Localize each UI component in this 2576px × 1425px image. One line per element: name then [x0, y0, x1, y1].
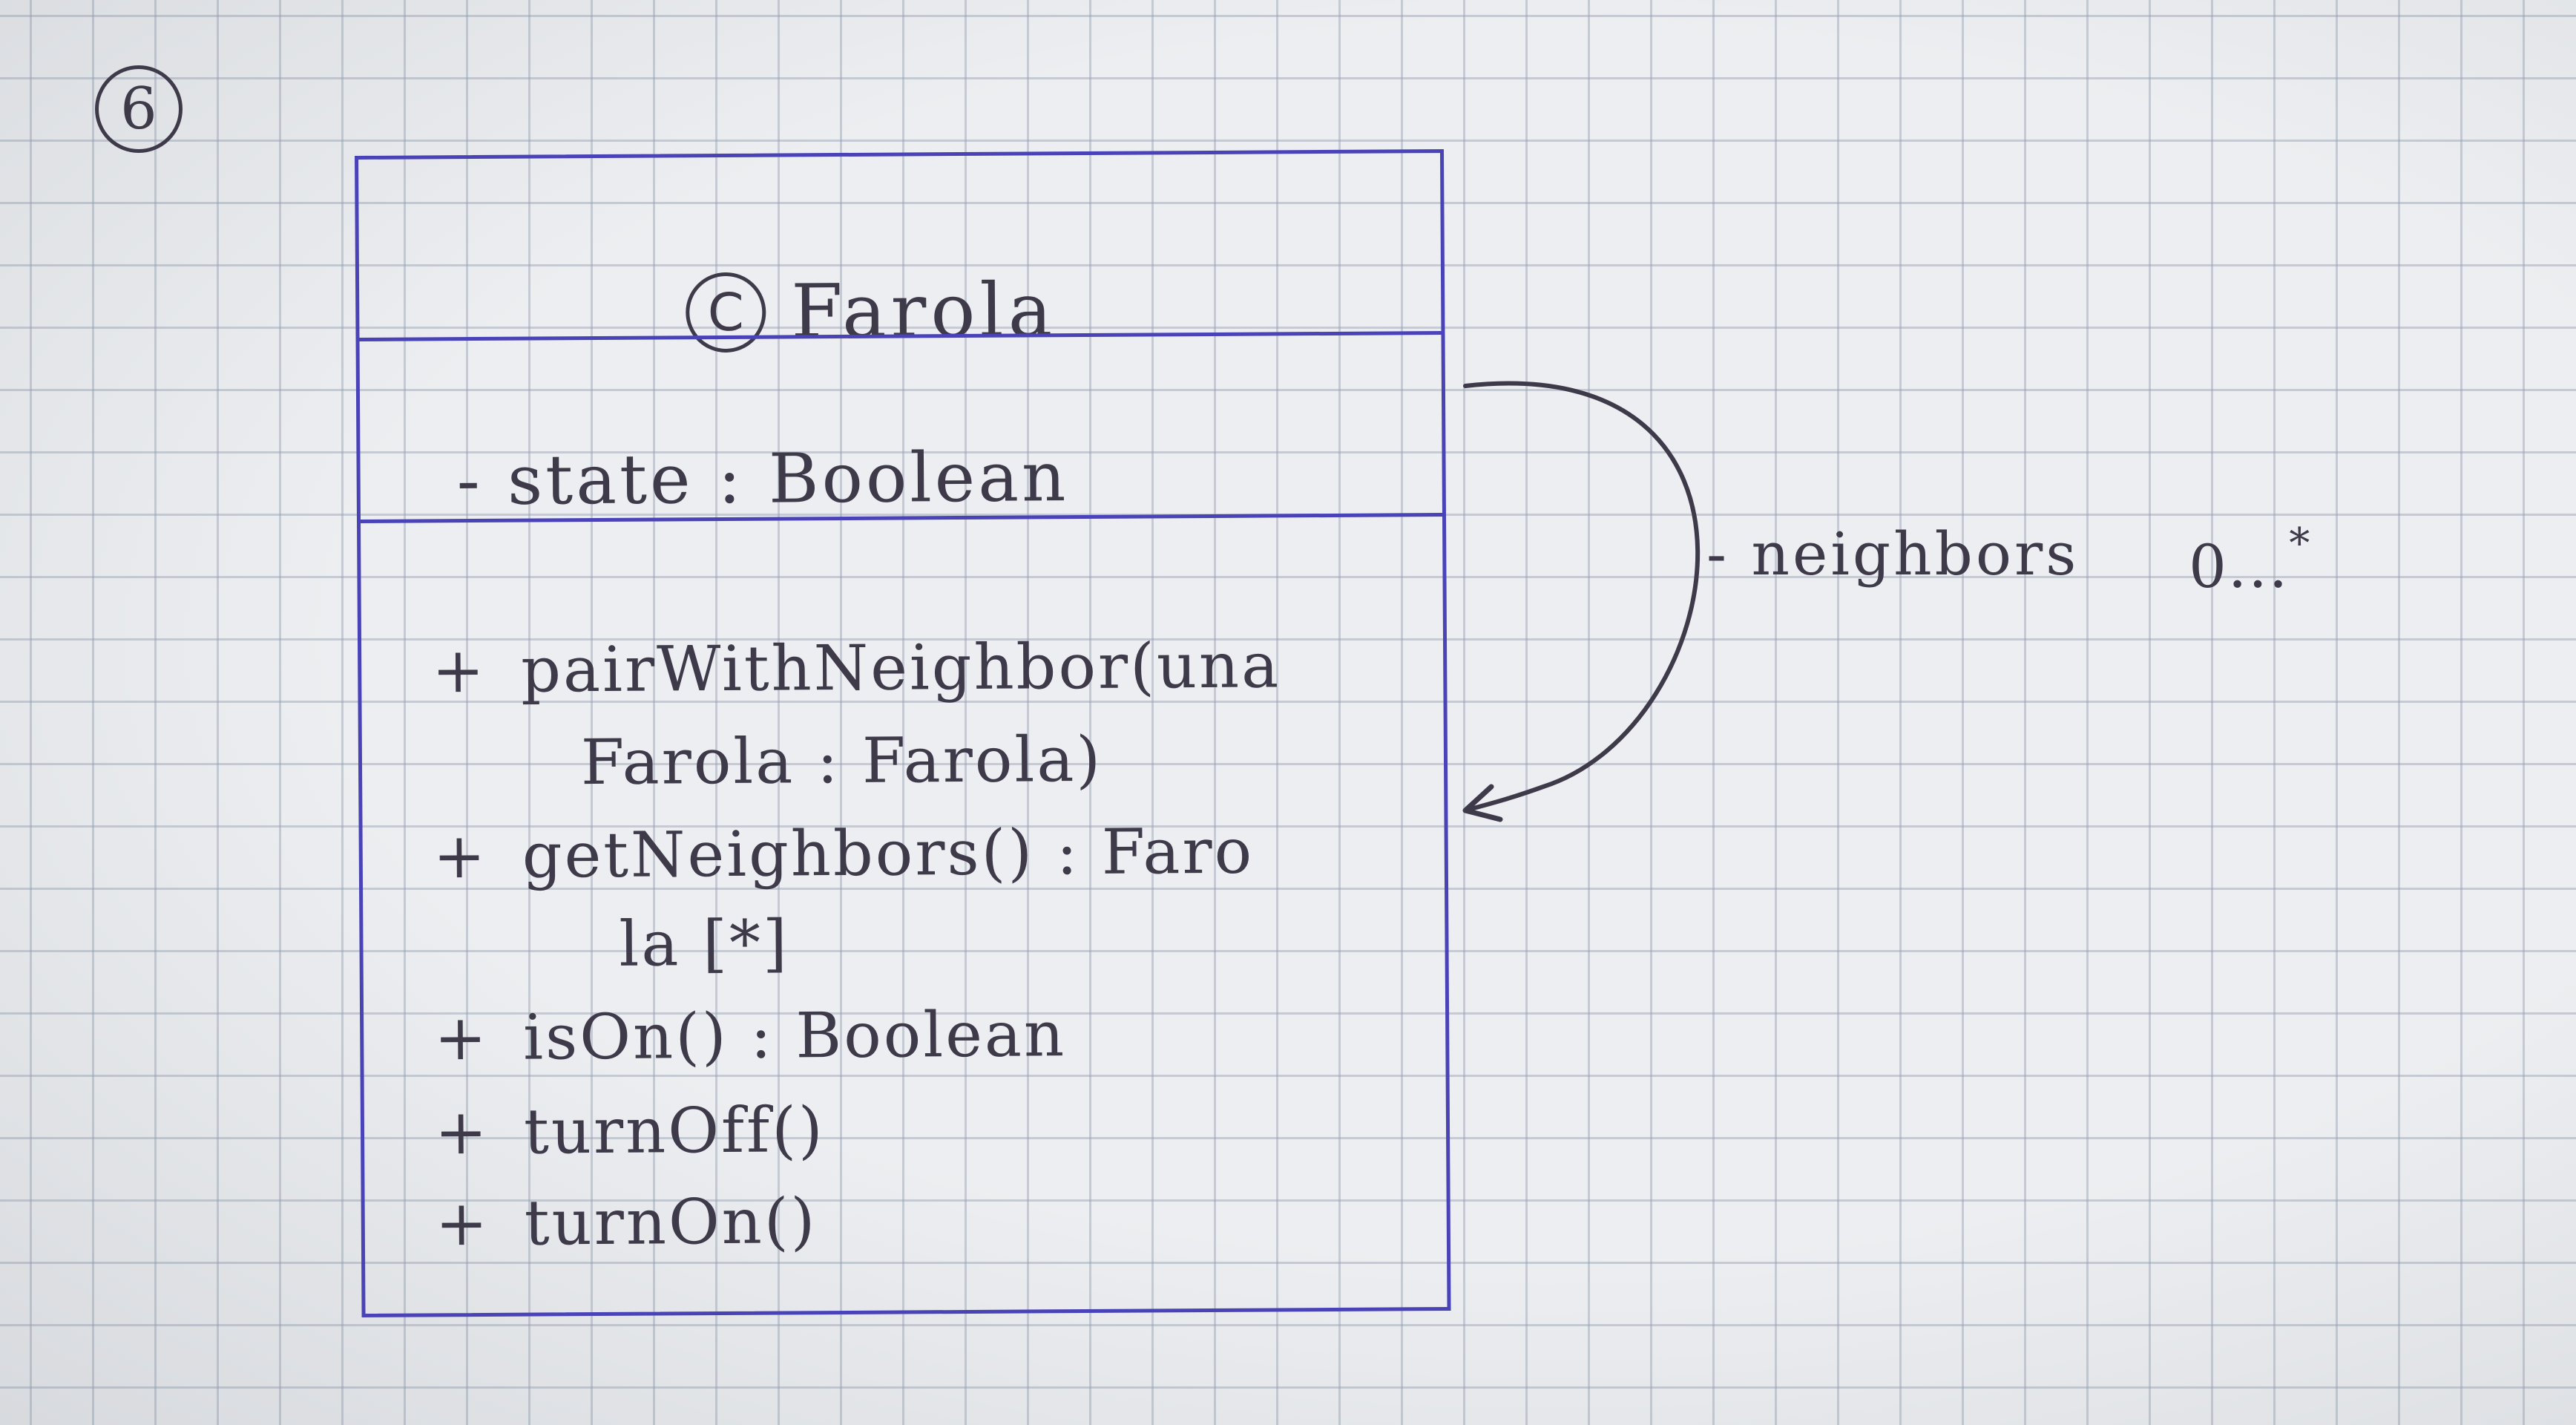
method-visibility: +	[435, 1186, 490, 1260]
method-is-on: + isOn() : Boolean	[434, 998, 1066, 1074]
method-signature: turnOn()	[524, 1185, 818, 1259]
method-signature-line2: la [*]	[619, 906, 789, 980]
method-signature-line1: pairWithNeighbor(una	[520, 629, 1281, 707]
method-turn-off: + turnOff()	[435, 1093, 825, 1168]
diagram-number-text: 6	[120, 76, 157, 142]
method-visibility: +	[431, 633, 487, 707]
method-signature-line1: getNeighbors() : Faro	[522, 814, 1255, 892]
method-get-neighbors-cont: la [*]	[619, 906, 789, 980]
method-signature: isOn() : Boolean	[522, 998, 1067, 1074]
diagram-number-badge: 6	[95, 65, 183, 153]
class-stereotype-letter: C	[707, 281, 744, 343]
class-stereotype-icon: C	[685, 272, 766, 353]
method-pair-with-neighbor-cont: Farola : Farola)	[581, 723, 1103, 799]
association-multiplicity: 0...*	[2189, 520, 2311, 601]
association-role-label: - neighbors	[1706, 520, 2080, 589]
multiplicity-upper: *	[2289, 520, 2312, 568]
attribute-state: - state : Boolean	[456, 437, 1069, 521]
class-name-compartment: C Farola	[358, 153, 1441, 355]
method-visibility: +	[433, 1000, 489, 1075]
method-signature: turnOff()	[523, 1093, 826, 1168]
method-visibility: +	[433, 819, 488, 893]
method-signature-line2: Farola : Farola)	[580, 722, 1103, 799]
class-name: Farola	[790, 266, 1057, 356]
multiplicity-lower: 0...	[2189, 532, 2290, 601]
method-get-neighbors: + getNeighbors() : Faro	[433, 815, 1254, 893]
method-turn-on: + turnOn()	[435, 1185, 817, 1259]
method-pair-with-neighbor: + pairWithNeighbor(una	[432, 629, 1281, 707]
uml-class-box: C Farola - state : Boolean + pairWithNeig…	[355, 149, 1451, 1317]
method-visibility: +	[434, 1095, 490, 1169]
